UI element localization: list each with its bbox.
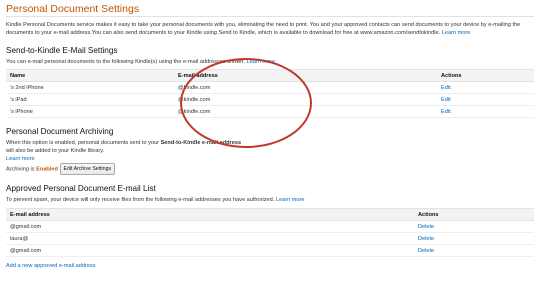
title-divider xyxy=(6,16,534,17)
device-email: @kindle.com xyxy=(174,81,437,94)
table-row: @gmail.com Delete xyxy=(6,244,534,257)
page-title: Personal Document Settings xyxy=(6,3,140,15)
kindle-devices-table: Name E-mail address Actions 's 2nd iPhon… xyxy=(6,69,534,118)
table-row: 's 2nd iPhone @kindle.com Edit xyxy=(6,81,534,94)
send-to-kindle-heading: Send-to-Kindle E-Mail Settings xyxy=(6,46,118,55)
column-header-actions: Actions xyxy=(414,208,534,221)
device-email: @kindle.com xyxy=(174,105,437,118)
table-row: 's iPad @kindle.com Edit xyxy=(6,93,534,106)
settings-page: Personal Document Settings Kindle Person… xyxy=(6,0,534,270)
archiving-heading: Personal Document Archiving xyxy=(6,127,114,136)
add-approved-email-link[interactable]: Add a new approved e-mail address xyxy=(6,263,96,269)
approved-emails-table: E-mail address Actions @gmail.com Delete… xyxy=(6,208,534,257)
edit-archive-settings-button[interactable]: Edit Archive Settings xyxy=(59,163,116,175)
approved-email: @gmail.com xyxy=(6,244,414,257)
device-name: 's iPhone xyxy=(6,105,174,118)
approved-list-learn-more-link[interactable]: Learn more xyxy=(276,197,305,203)
intro-text: Kindle Personal Documents service makes … xyxy=(6,21,534,37)
table-row: 's iPhone @kindle.com Edit xyxy=(6,105,534,118)
device-email: @kindle.com xyxy=(174,93,437,106)
column-header-name: Name xyxy=(6,69,174,82)
approved-list-description: To prevent spam, your device will only r… xyxy=(6,196,534,204)
delete-link[interactable]: Delete xyxy=(418,236,434,242)
table-row: @gmail.com Delete xyxy=(6,220,534,233)
edit-link[interactable]: Edit xyxy=(441,97,451,103)
table-header-row: Name E-mail address Actions xyxy=(6,69,534,82)
approved-list-desc-text: To prevent spam, your device will only r… xyxy=(6,197,275,203)
archiving-desc-prefix: When this option is enabled, personal do… xyxy=(6,140,159,146)
delete-link[interactable]: Delete xyxy=(418,248,434,254)
device-name: 's 2nd iPhone xyxy=(6,81,174,94)
archiving-status-value: Enabled xyxy=(36,166,58,173)
approved-email: @gmail.com xyxy=(6,220,414,233)
intro-learn-more-link[interactable]: Learn more xyxy=(442,30,471,36)
archiving-status-label: Archiving is xyxy=(6,166,35,173)
edit-link[interactable]: Edit xyxy=(441,85,451,91)
approved-email: laura@ xyxy=(6,232,414,245)
edit-link[interactable]: Edit xyxy=(441,109,451,115)
send-to-kindle-learn-more-link[interactable]: Learn more xyxy=(246,59,275,65)
table-row: laura@ Delete xyxy=(6,232,534,245)
table-header-row: E-mail address Actions xyxy=(6,208,534,221)
column-header-actions: Actions xyxy=(437,69,534,82)
column-header-email: E-mail address xyxy=(174,69,437,82)
device-name: 's iPad xyxy=(6,93,174,106)
archiving-status: Archiving is Enabled Edit Archive Settin… xyxy=(6,163,534,175)
archiving-desc-bold: Send-to-Kindle e-mail address xyxy=(160,140,242,146)
archiving-description: When this option is enabled, personal do… xyxy=(6,139,534,147)
send-to-kindle-desc-text: You can e-mail personal documents to the… xyxy=(6,59,245,65)
delete-link[interactable]: Delete xyxy=(418,224,434,230)
column-header-email: E-mail address xyxy=(6,208,414,221)
send-to-kindle-description: You can e-mail personal documents to the… xyxy=(6,58,534,66)
archiving-desc-line2: will also be added to your Kindle librar… xyxy=(6,148,105,154)
archiving-learn-more-link[interactable]: Learn more xyxy=(6,156,35,162)
approved-list-heading: Approved Personal Document E-mail List xyxy=(6,184,156,193)
